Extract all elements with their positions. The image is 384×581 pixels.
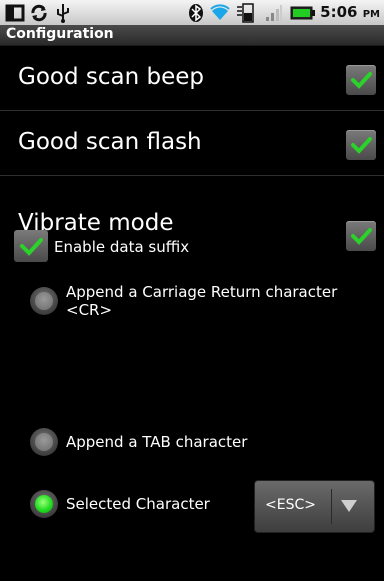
character-select-value: <ESC>	[265, 497, 316, 513]
enable-data-suffix-label[interactable]: Enable data suffix	[54, 238, 189, 256]
radio-selected-character[interactable]	[30, 490, 58, 518]
radio-label-selected-character[interactable]: Selected Character	[66, 495, 210, 513]
pref-row-good-scan-beep[interactable]: Good scan beep	[0, 46, 384, 111]
radio-carriage-return[interactable]	[30, 287, 58, 315]
check-icon	[20, 238, 43, 256]
wifi-icon	[208, 2, 232, 23]
vibrate-mode-checkbox[interactable]	[346, 221, 376, 251]
signal-icon	[264, 2, 284, 23]
status-bar: 5:06 PM	[0, 0, 384, 25]
pref-label: Good scan flash	[18, 129, 202, 155]
radio-tab[interactable]	[30, 428, 58, 456]
pref-row-vibrate-mode[interactable]: Vibrate mode	[0, 176, 384, 251]
page-title: Configuration	[6, 26, 114, 42]
pref-label: Good scan beep	[18, 64, 204, 90]
check-icon	[351, 228, 372, 245]
check-icon	[351, 72, 372, 89]
good-scan-flash-checkbox[interactable]	[346, 130, 376, 160]
title-bar: Configuration	[0, 25, 384, 46]
radio-label-tab[interactable]: Append a TAB character	[66, 433, 247, 451]
notification-icon	[4, 2, 26, 23]
spinner-divider	[331, 489, 332, 524]
cell-data-icon	[234, 2, 256, 23]
bluetooth-icon	[186, 2, 206, 23]
chevron-down-icon	[339, 497, 359, 519]
usb-icon	[54, 2, 72, 23]
status-time: 5:06 PM	[320, 3, 380, 21]
good-scan-beep-checkbox[interactable]	[346, 65, 376, 95]
character-select-dropdown[interactable]: <ESC>	[254, 480, 375, 533]
battery-icon	[290, 2, 316, 23]
enable-data-suffix-checkbox[interactable]	[14, 230, 48, 262]
pref-row-good-scan-flash[interactable]: Good scan flash	[0, 111, 384, 176]
radio-label-carriage-return[interactable]: Append a Carriage Return character <CR>	[66, 283, 337, 319]
sync-icon	[28, 2, 50, 23]
check-icon	[351, 137, 372, 154]
